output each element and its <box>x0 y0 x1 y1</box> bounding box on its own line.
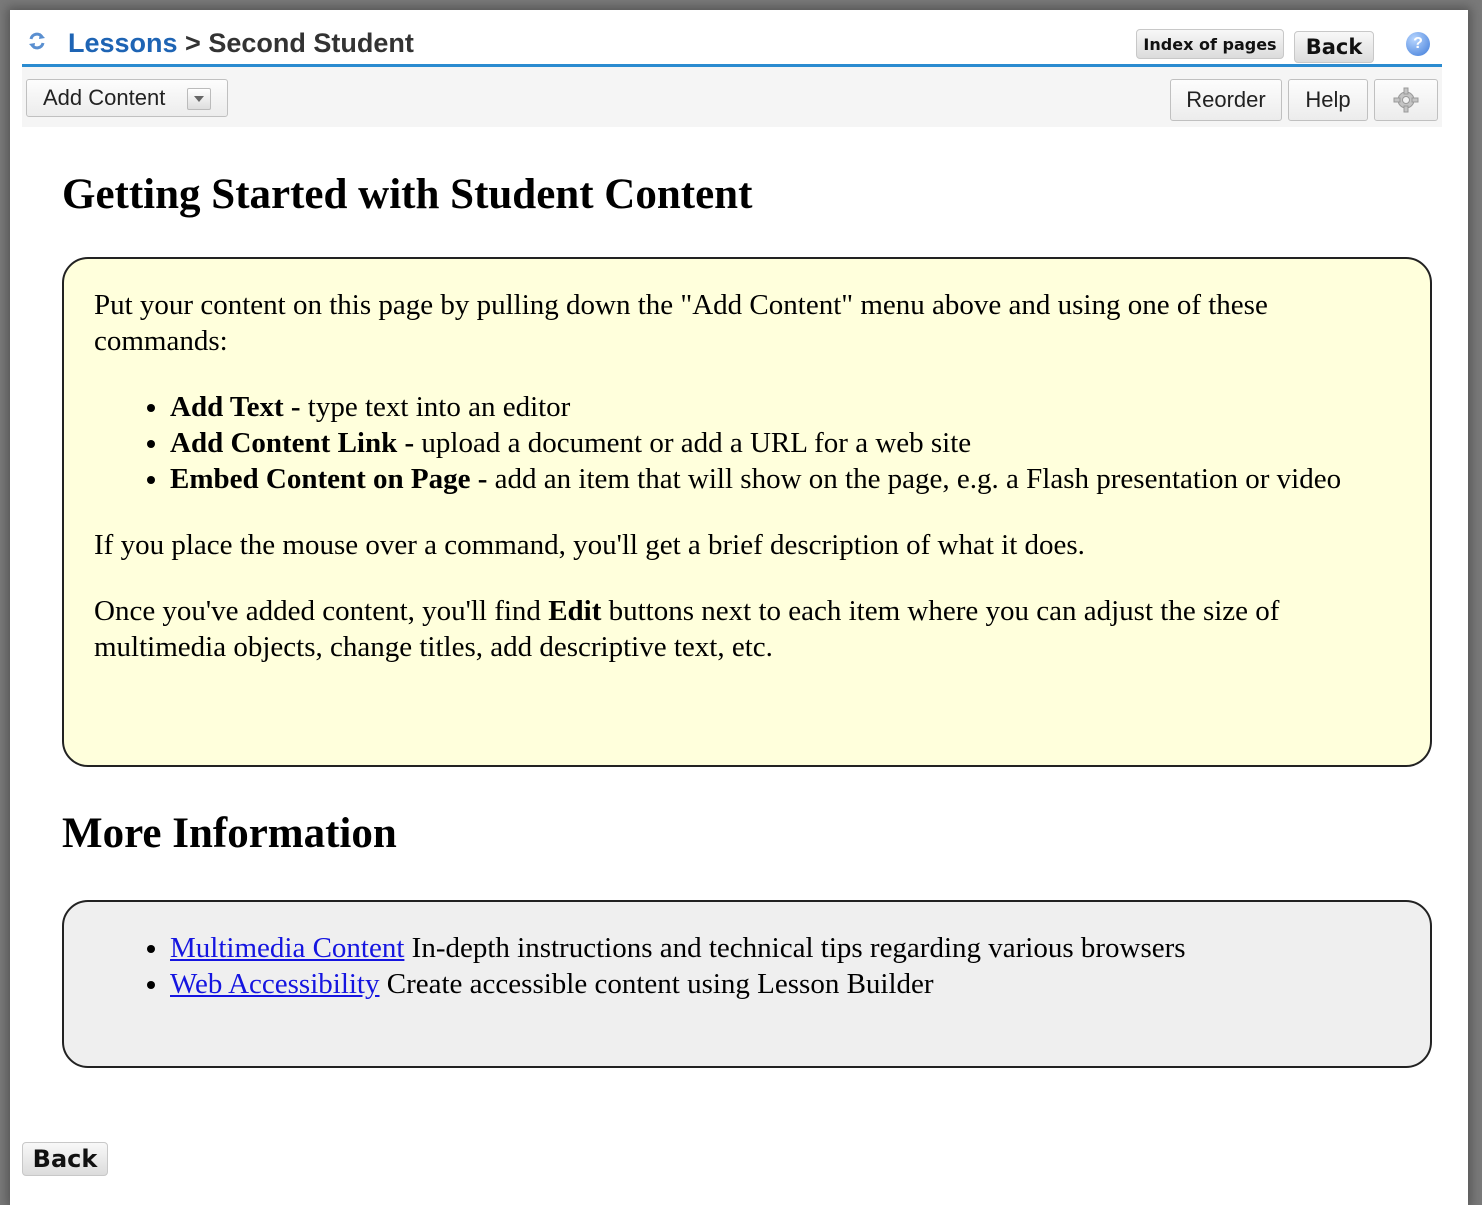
add-content-label: Add Content <box>43 85 166 110</box>
breadcrumb-lessons-link[interactable]: Lessons <box>68 28 178 58</box>
list-item: Embed Content on Page - add an item that… <box>170 461 1396 497</box>
more-information-heading: More Information <box>62 810 397 857</box>
list-item: Multimedia Content In-depth instructions… <box>170 930 1396 966</box>
command-desc: upload a document or add a URL for a web… <box>414 427 972 459</box>
list-item: Add Text - type text into an editor <box>170 389 1396 425</box>
reorder-button[interactable]: Reorder <box>1170 79 1282 121</box>
resource-list: Multimedia Content In-depth instructions… <box>94 930 1396 1002</box>
add-content-menu[interactable]: Add Content <box>26 79 228 117</box>
intro-text: Put your content on this page by pulling… <box>94 289 1268 357</box>
breadcrumb: Lessons > Second Student <box>68 28 414 59</box>
gear-icon <box>1393 87 1419 113</box>
edit-note-start: Once you've added content, you'll find <box>94 595 549 627</box>
command-name: Add Text - <box>170 391 301 423</box>
chevron-down-icon[interactable] <box>187 88 211 110</box>
command-list: Add Text - type text into an editor Add … <box>94 389 1396 497</box>
breadcrumb-separator: > <box>177 28 209 58</box>
link-desc: In-depth instructions and technical tips… <box>404 932 1186 964</box>
back-button-bottom[interactable]: Back <box>22 1142 108 1176</box>
web-accessibility-link[interactable]: Web Accessibility <box>170 968 380 1000</box>
more-information-box: Multimedia Content In-depth instructions… <box>62 900 1432 1068</box>
help-icon[interactable]: ? <box>1406 32 1430 56</box>
command-desc: type text into an editor <box>300 391 571 423</box>
help-button[interactable]: Help <box>1288 79 1368 121</box>
command-name: Add Content Link - <box>170 427 415 459</box>
multimedia-content-link[interactable]: Multimedia Content <box>170 932 404 964</box>
index-of-pages-button[interactable]: Index of pages <box>1136 29 1284 59</box>
refresh-icon[interactable] <box>28 32 46 50</box>
command-desc: add an item that will show on the page, … <box>487 463 1342 495</box>
instructions-box: Put your content on this page by pulling… <box>62 257 1432 767</box>
command-name: Embed Content on Page - <box>170 463 488 495</box>
back-button-top[interactable]: Back <box>1294 31 1374 63</box>
toolbar: Add Content Reorder Help <box>22 67 1442 127</box>
hover-note: If you place the mouse over a command, y… <box>94 529 1085 561</box>
edit-keyword: Edit <box>548 595 602 627</box>
main-content: Getting Started with Student Content Put… <box>62 170 1432 1068</box>
list-item: Add Content Link - upload a document or … <box>170 425 1396 461</box>
page-title: Getting Started with Student Content <box>62 171 753 218</box>
title-bar: Lessons > Second Student Index of pages … <box>22 14 1442 67</box>
list-item: Web Accessibility Create accessible cont… <box>170 966 1396 1002</box>
breadcrumb-current-page: Second Student <box>208 28 414 58</box>
link-desc: Create accessible content using Lesson B… <box>379 968 934 1000</box>
edit-note: Once you've added content, you'll find E… <box>94 593 1396 665</box>
settings-button[interactable] <box>1374 79 1438 121</box>
